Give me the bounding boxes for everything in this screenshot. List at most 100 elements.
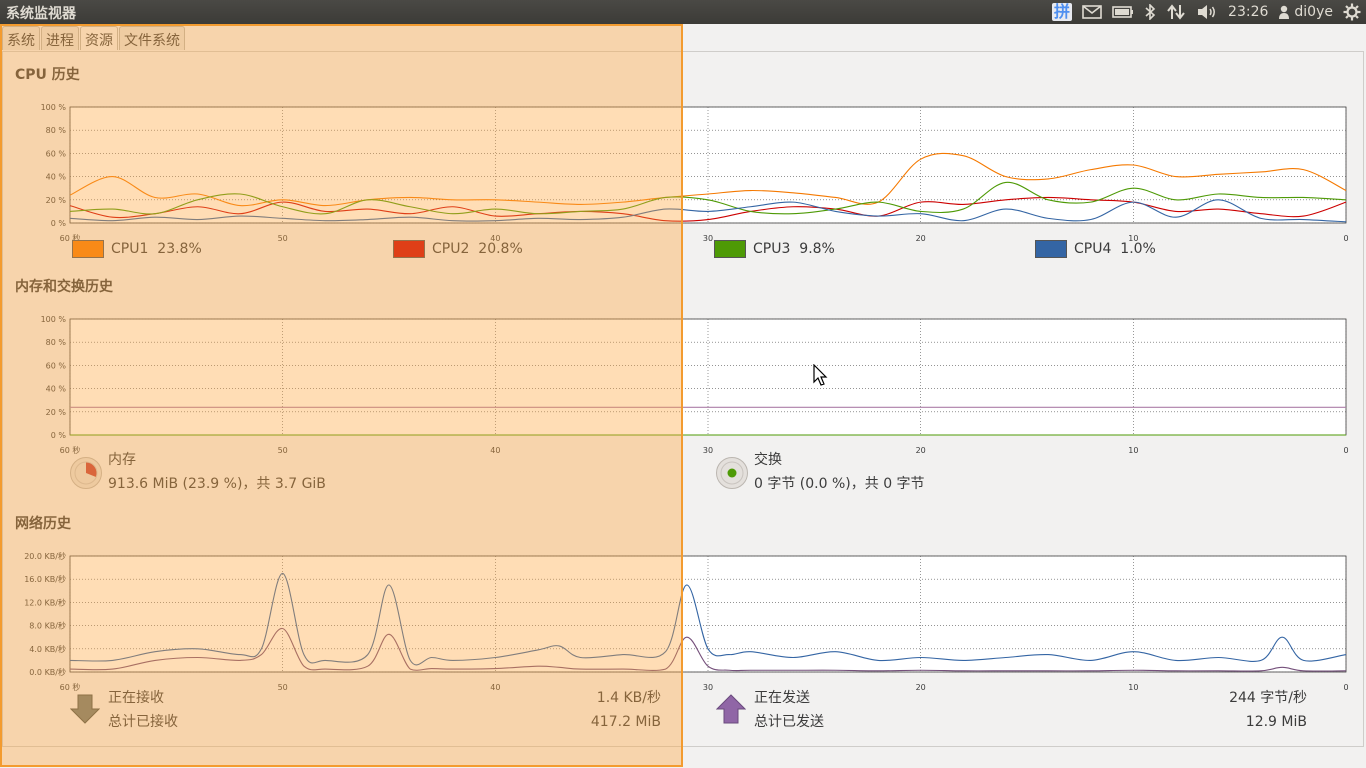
memory-svg: 100 %80 %60 %40 %20 %0 %60 秒 50 40 30 20 10 0 <box>41 315 1349 455</box>
memory-x-tick-label: 30 <box>703 446 713 455</box>
cpu2-label: CPU2 <box>432 241 470 257</box>
tab-system[interactable]: 系统 <box>2 26 40 50</box>
receiving-arrow-icon[interactable] <box>69 693 101 729</box>
network-x-tick-label: 40 <box>490 683 500 692</box>
swap-pie-icon[interactable] <box>716 457 748 489</box>
network-svg: 20.0 KB/秒 16.0 KB/秒 12.0 KB/秒 8.0 KB/秒 4.0 K… <box>24 551 1348 692</box>
memory-x-tick-label: 60 秒 <box>60 445 81 455</box>
cpu-x-tick-label: 50 <box>278 234 288 243</box>
memory-history-graph: 100 % 80 % 60 % 40 % 20 % 0 % 60 秒 50 40 30 20 10 0 <box>3 304 1355 464</box>
memory-history-title: 内存和交换历史 <box>15 279 113 295</box>
ime-indicator[interactable]: 拼 <box>1047 0 1077 24</box>
cpu4-color-swatch[interactable] <box>1035 240 1067 258</box>
bluetooth-icon[interactable] <box>1139 0 1161 24</box>
network-x-tick-label: 20 <box>916 683 926 692</box>
sending-arrow-icon[interactable] <box>715 693 747 729</box>
network-x-tick-label: 60 秒 <box>60 682 81 692</box>
tab-processes[interactable]: 进程 <box>41 26 79 50</box>
swap-value: 0 字节 (0.0 %)，共 0 字节 <box>754 476 925 492</box>
cpu2-value: 20.8% <box>478 241 523 257</box>
receiving-values: 1.4 KB/秒 417.2 MiB <box>521 686 661 734</box>
network-y-tick-label: 0.0 KB/秒 <box>29 667 66 677</box>
cpu2-color-swatch[interactable] <box>393 240 425 258</box>
total-received-value: 417.2 MiB <box>590 714 661 730</box>
top-panel: 系统监视器 拼 23:26 di0ye <box>0 0 1366 24</box>
memory-y-tick-label: 100 % <box>41 315 67 324</box>
receiving-label: 正在接收 <box>108 690 164 706</box>
legend-cpu3[interactable]: CPU3 9.8% <box>714 240 835 258</box>
memory-value: 913.6 MiB (23.9 %)，共 3.7 GiB <box>108 476 326 492</box>
network-y-tick-label: 16.0 KB/秒 <box>24 574 66 584</box>
total-sent-label: 总计已发送 <box>754 714 824 730</box>
gear-icon[interactable] <box>1338 0 1366 24</box>
cpu-x-tick-label: 30 <box>703 234 713 243</box>
cpu1-value: 23.8% <box>157 241 202 257</box>
cpu-y-tick-label: 100 % <box>41 103 67 112</box>
cpu-history-title: CPU 历史 <box>15 67 80 83</box>
user-name: di0ye <box>1294 4 1333 20</box>
cpu3-value: 9.8% <box>799 241 835 257</box>
legend-cpu2[interactable]: CPU2 20.8% <box>393 240 523 258</box>
user-icon <box>1279 5 1290 19</box>
cpu1-label: CPU1 <box>111 241 149 257</box>
cpu-y-tick-label: 40 % <box>46 173 67 182</box>
sending-label: 正在发送 <box>754 690 810 706</box>
memory-y-tick-label: 20 % <box>46 408 67 417</box>
memory-y-tick-label: 60 % <box>46 361 67 370</box>
mail-icon[interactable] <box>1077 0 1107 24</box>
resources-panel: CPU 历史 100 % 80 % 60 % 40 % 20 % 0 % 60 秒 50 40 3… <box>2 51 1364 747</box>
receiving-rate: 1.4 KB/秒 <box>596 690 661 706</box>
network-y-tick-label: 20.0 KB/秒 <box>24 551 66 561</box>
memory-y-tick-label: 0 % <box>51 431 67 440</box>
system-monitor-window: 系统 进程 资源 文件系统 CPU 历史 100 % 80 % 60 % 40 % 20… <box>0 24 1366 768</box>
cpu4-value: 1.0% <box>1120 241 1156 257</box>
cpu4-label: CPU4 <box>1074 241 1112 257</box>
memory-pie-icon[interactable] <box>70 457 102 489</box>
total-sent-value: 12.9 MiB <box>1245 714 1307 730</box>
battery-icon[interactable] <box>1107 0 1139 24</box>
network-history-title: 网络历史 <box>15 516 71 532</box>
network-y-tick-label: 8.0 KB/秒 <box>29 621 66 631</box>
memory-x-tick-label: 40 <box>490 446 500 455</box>
cpu-y-tick-label: 60 % <box>46 149 67 158</box>
tab-bar: 系统 进程 资源 文件系统 <box>2 26 186 50</box>
swap-info: 交换 0 字节 (0.0 %)，共 0 字节 <box>754 448 925 496</box>
cpu-y-tick-label: 80 % <box>46 126 67 135</box>
total-received-label: 总计已接收 <box>108 714 178 730</box>
receiving-info: 正在接收 总计已接收 <box>108 686 178 734</box>
tab-filesystems[interactable]: 文件系统 <box>119 26 185 50</box>
network-arrows-icon[interactable] <box>1161 0 1191 24</box>
network-x-tick-label: 50 <box>278 683 288 692</box>
network-x-tick-label: 10 <box>1128 683 1138 692</box>
legend-cpu1[interactable]: CPU1 23.8% <box>72 240 202 258</box>
system-tray: 拼 23:26 di0ye <box>1047 0 1366 24</box>
sending-rate: 244 字节/秒 <box>1229 690 1307 706</box>
memory-info: 内存 913.6 MiB (23.9 %)，共 3.7 GiB <box>108 448 326 496</box>
cpu-y-tick-label: 0 % <box>51 219 67 228</box>
cpu-history-graph: 100 % 80 % 60 % 40 % 20 % 0 % 60 秒 50 40 30 20 10 0 <box>3 92 1355 252</box>
tab-resources[interactable]: 资源 <box>80 26 118 50</box>
cpu-svg: 100 %80 %60 %40 %20 %0 %60 秒 50 40 30 20 10 0 <box>41 103 1349 243</box>
memory-x-tick-label: 10 <box>1128 446 1138 455</box>
window-title: 系统监视器 <box>6 6 76 22</box>
volume-icon[interactable] <box>1191 0 1223 24</box>
cpu-x-tick-label: 0 <box>1343 234 1348 243</box>
cpu3-color-swatch[interactable] <box>714 240 746 258</box>
legend-cpu4[interactable]: CPU4 1.0% <box>1035 240 1156 258</box>
user-menu[interactable]: di0ye <box>1273 0 1338 24</box>
mouse-cursor-icon <box>813 364 828 386</box>
network-y-tick-label: 4.0 KB/秒 <box>29 644 66 654</box>
cpu1-color-swatch[interactable] <box>72 240 104 258</box>
memory-y-tick-label: 80 % <box>46 338 67 347</box>
swap-label: 交换 <box>754 452 782 468</box>
memory-y-tick-label: 40 % <box>46 385 67 394</box>
network-x-tick-label: 30 <box>703 683 713 692</box>
memory-label: 内存 <box>108 452 136 468</box>
sending-values: 244 字节/秒 12.9 MiB <box>1167 686 1307 734</box>
network-y-tick-label: 12.0 KB/秒 <box>24 597 66 607</box>
clock[interactable]: 23:26 <box>1223 0 1273 24</box>
memory-x-tick-label: 0 <box>1343 446 1348 455</box>
network-x-tick-label: 0 <box>1343 683 1348 692</box>
network-history-graph: 20.0 KB/秒 16.0 KB/秒 12.0 KB/秒 8.0 KB/秒 4.0 K… <box>3 541 1355 701</box>
cpu-y-tick-label: 20 % <box>46 196 67 205</box>
